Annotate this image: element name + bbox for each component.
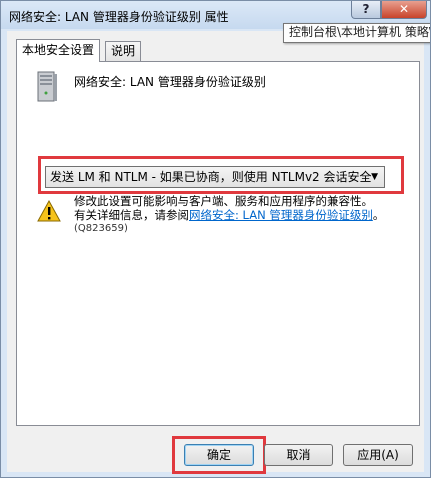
warning-icon xyxy=(37,200,61,222)
warning-line: 有关详细信息，请参阅网络安全: LAN 管理器身份验证级别。 xyxy=(74,208,414,222)
policy-name: 网络安全: LAN 管理器身份验证级别 xyxy=(74,75,266,89)
cancel-button[interactable]: 取消 xyxy=(264,444,333,466)
server-computer-icon xyxy=(37,71,57,102)
close-button[interactable]: ✕ xyxy=(381,1,427,19)
compatibility-warning: 修改此设置可能影响与客户端、服务和应用程序的兼容性。 有关详细信息，请参阅网络安… xyxy=(74,194,414,236)
warning-suffix: 。 xyxy=(372,208,385,222)
tab-panel: 网络安全: LAN 管理器身份验证级别 发送 LM 和 NTLM - 如果已协商… xyxy=(16,61,420,426)
kb-article-number: (Q823659) xyxy=(74,223,128,234)
tab-explain[interactable]: 说明 xyxy=(105,41,142,61)
selected-value: 发送 LM 和 NTLM - 如果已协商，则使用 NTLMv2 会话安全 xyxy=(50,170,372,184)
help-button[interactable]: ? xyxy=(351,1,381,19)
chevron-down-icon: ▼ xyxy=(371,172,378,182)
warning-line: 修改此设置可能影响与客户端、服务和应用程序的兼容性。 xyxy=(74,194,373,208)
authentication-level-select[interactable]: 发送 LM 和 NTLM - 如果已协商，则使用 NTLMv2 会话安全 ▼ xyxy=(45,166,385,188)
ok-button[interactable]: 确定 xyxy=(184,444,254,466)
policy-help-link[interactable]: 网络安全: LAN 管理器身份验证级别 xyxy=(189,208,373,222)
dialog-body: 本地安全设置 说明 网络安全: LAN 管理器身份验证级别 发送 LM 和 NT… xyxy=(7,31,424,474)
apply-button[interactable]: 应用(A) xyxy=(343,444,413,466)
warning-prefix: 有关详细信息，请参阅 xyxy=(74,208,189,222)
tab-local-security-setting[interactable]: 本地安全设置 xyxy=(16,39,101,62)
window-title: 网络安全: LAN 管理器身份验证级别 属性 xyxy=(9,10,229,24)
path-tooltip: 控制台根\本地计算机 策略\ xyxy=(283,23,430,43)
properties-dialog: 网络安全: LAN 管理器身份验证级别 属性 ? ✕ 本地安全设置 说明 网络安… xyxy=(0,0,431,478)
